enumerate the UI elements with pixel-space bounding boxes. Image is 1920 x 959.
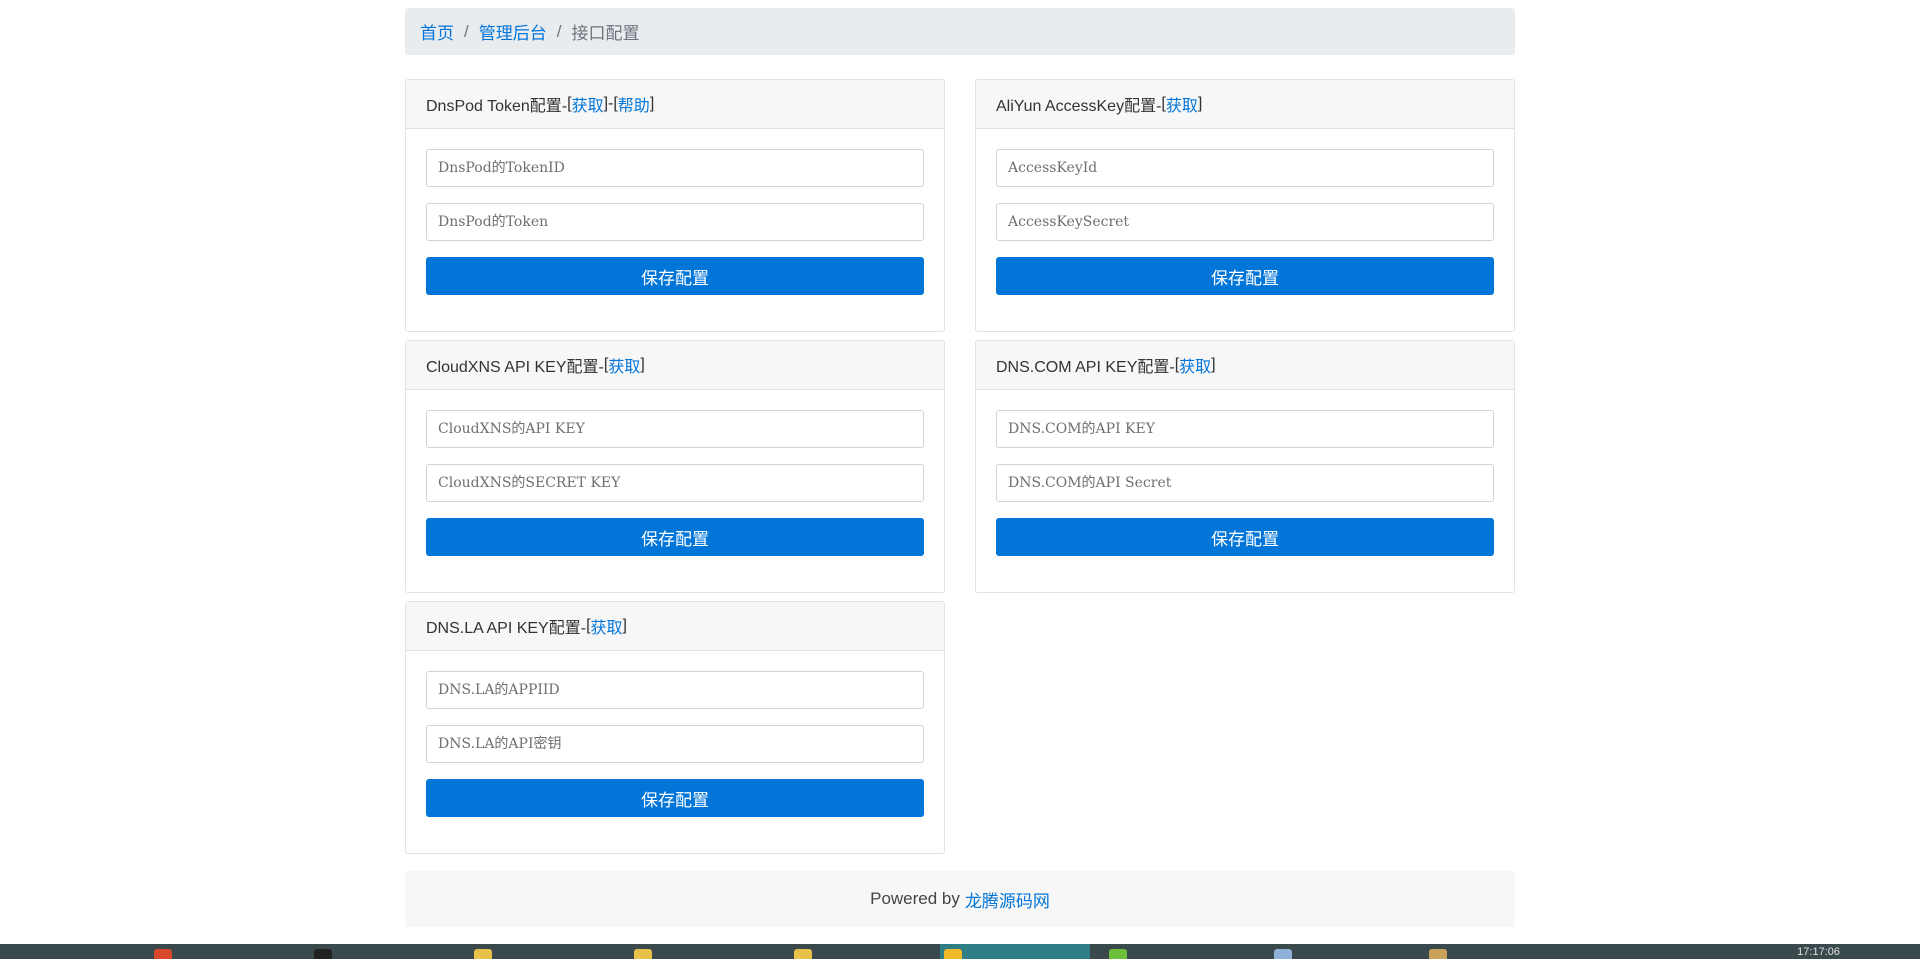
dnspod-get-link[interactable]: 获取	[572, 92, 604, 116]
card-header: DnsPod Token配置-[获取]-[帮助]	[406, 80, 944, 129]
taskbar-clock: 17:17:06	[1797, 946, 1840, 958]
dnscom-get-link[interactable]: 获取	[1179, 353, 1211, 377]
taskbar-item[interactable]	[150, 944, 300, 959]
app-icon	[154, 949, 172, 959]
folder-icon	[634, 949, 652, 959]
breadcrumb-home-link[interactable]: 首页	[420, 19, 454, 44]
card-title: DnsPod Token配置-	[426, 98, 568, 115]
taskbar-item[interactable]	[1425, 944, 1575, 959]
dnspod-config-card: DnsPod Token配置-[获取]-[帮助] 保存配置	[405, 79, 945, 332]
dnspod-tokenid-input[interactable]	[426, 149, 924, 187]
dnspod-token-input[interactable]	[426, 203, 924, 241]
card-body: 保存配置	[976, 129, 1514, 331]
card-title: CloudXNS API KEY配置-	[426, 359, 604, 376]
card-header: DNS.COM API KEY配置-[获取]	[976, 341, 1514, 390]
dnscom-save-button[interactable]: 保存配置	[996, 518, 1494, 556]
card-title: DNS.COM API KEY配置-	[996, 359, 1175, 376]
aliyun-config-card: AliYun AccessKey配置-[获取] 保存配置	[975, 79, 1515, 332]
folder-icon	[474, 949, 492, 959]
page: 首页 / 管理后台 / 接口配置 DnsPod Token配置-[获取]-[帮助…	[0, 0, 1920, 959]
breadcrumb-current: 接口配置	[571, 24, 640, 43]
dnsla-get-link[interactable]: 获取	[591, 614, 623, 638]
browser-icon	[944, 949, 962, 959]
taskbar-item[interactable]	[1270, 944, 1420, 959]
card-body: 保存配置	[406, 390, 944, 592]
footer: Powered by 龙腾源码网	[405, 871, 1515, 927]
taskbar-item[interactable]	[630, 944, 780, 959]
card-header: AliYun AccessKey配置-[获取]	[976, 80, 1514, 129]
card-title: DNS.LA API KEY配置-	[426, 620, 587, 637]
taskbar-item[interactable]	[470, 944, 620, 959]
aliyun-get-link[interactable]: 获取	[1166, 92, 1198, 116]
dnspod-save-button[interactable]: 保存配置	[426, 257, 924, 295]
dnscom-config-card: DNS.COM API KEY配置-[获取] 保存配置	[975, 340, 1515, 593]
dnsla-config-card: DNS.LA API KEY配置-[获取] 保存配置	[405, 601, 945, 854]
aliyun-accesskeyid-input[interactable]	[996, 149, 1494, 187]
config-grid: DnsPod Token配置-[获取]-[帮助] 保存配置 AliYun Acc…	[405, 79, 1515, 854]
dnscom-apisecret-input[interactable]	[996, 464, 1494, 502]
aliyun-accesskeysecret-input[interactable]	[996, 203, 1494, 241]
card-body: 保存配置	[976, 390, 1514, 592]
folder-icon	[794, 949, 812, 959]
footer-link[interactable]: 龙腾源码网	[965, 887, 1050, 912]
dnsla-save-button[interactable]: 保存配置	[426, 779, 924, 817]
cloudxns-save-button[interactable]: 保存配置	[426, 518, 924, 556]
card-header: DNS.LA API KEY配置-[获取]	[406, 602, 944, 651]
aliyun-save-button[interactable]: 保存配置	[996, 257, 1494, 295]
taskbar-item-active[interactable]	[940, 944, 1090, 959]
cloudxns-config-card: CloudXNS API KEY配置-[获取] 保存配置	[405, 340, 945, 593]
taskbar-item[interactable]	[1105, 944, 1255, 959]
app-icon	[1274, 949, 1292, 959]
dnsla-appid-input[interactable]	[426, 671, 924, 709]
app-icon	[1429, 949, 1447, 959]
card-body: 保存配置	[406, 651, 944, 853]
card-header: CloudXNS API KEY配置-[获取]	[406, 341, 944, 390]
cloudxns-apikey-input[interactable]	[426, 410, 924, 448]
taskbar-item[interactable]	[790, 944, 940, 959]
dnscom-apikey-input[interactable]	[996, 410, 1494, 448]
dnsla-apikey-input[interactable]	[426, 725, 924, 763]
cloudxns-get-link[interactable]: 获取	[608, 353, 640, 377]
footer-text: Powered by	[870, 889, 960, 908]
os-taskbar: 17:17:06	[0, 944, 1920, 959]
card-body: 保存配置	[406, 129, 944, 331]
card-title: AliYun AccessKey配置-	[996, 98, 1162, 115]
app-icon	[314, 949, 332, 959]
cloudxns-secretkey-input[interactable]	[426, 464, 924, 502]
taskbar-item[interactable]	[310, 944, 460, 959]
breadcrumb-admin-link[interactable]: 管理后台	[479, 19, 547, 44]
main-container: 首页 / 管理后台 / 接口配置 DnsPod Token配置-[获取]-[帮助…	[405, 8, 1515, 854]
dnspod-help-link[interactable]: 帮助	[618, 92, 650, 116]
breadcrumb-separator: /	[464, 21, 469, 41]
browser-icon	[1109, 949, 1127, 959]
breadcrumb: 首页 / 管理后台 / 接口配置	[405, 8, 1515, 55]
breadcrumb-separator: /	[556, 21, 562, 41]
